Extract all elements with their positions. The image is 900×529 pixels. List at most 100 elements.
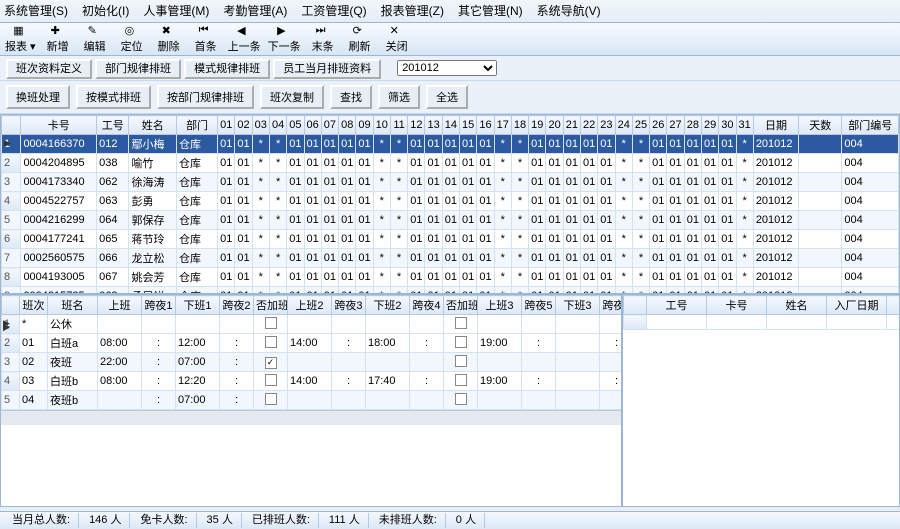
g2-header[interactable]: 跨夜5 [522,296,556,315]
g1-row[interactable]: 80004193005067姚会芳仓库0101**0101010101**010… [2,268,899,287]
tab1-3[interactable]: 员工当月排班资料 [273,59,381,79]
g1-header[interactable]: 姓名 [129,116,177,135]
g1-row[interactable]: 60004177241065蒋节玲仓库0101**0101010101**010… [2,230,899,249]
menu-item-1[interactable]: 初始化(I) [82,2,129,20]
menu-item-5[interactable]: 报表管理(Z) [381,2,444,20]
g1-header[interactable]: 11 [390,116,407,135]
g1-row[interactable]: 20004204895038喻竹仓库0101**0101010101**0101… [2,154,899,173]
g1-header[interactable]: 卡号 [21,116,97,135]
g2-row[interactable]: 1*公休 [2,315,623,334]
checkbox-icon[interactable] [455,317,467,329]
g2-header[interactable]: 跨夜3 [332,296,366,315]
g2-row[interactable]: 302夜班22:00:07:00: [2,353,623,372]
g2-header[interactable]: 跨夜2 [220,296,254,315]
tab2-3[interactable]: 班次复制 [260,85,324,109]
employee-schedule-grid[interactable]: 卡号工号姓名部门01020304050607080910111213141516… [0,114,900,294]
tab1-1[interactable]: 部门规律排班 [95,59,181,79]
g3-row[interactable] [624,315,900,330]
checkbox-icon[interactable] [265,374,277,386]
g2-header[interactable]: 下班1 [176,296,220,315]
g2-row[interactable]: 403白班b08:00:12:20:14:00:17:40:19:00:: [2,372,623,391]
shift-definition-grid[interactable]: 班次班名上班跨夜1下班1跨夜2否加班上班2跨夜3下班2跨夜4否加班上班3跨夜5下… [0,294,622,507]
g3-header[interactable]: 卡号 [707,296,767,315]
g1-header[interactable]: 日期 [753,116,798,135]
g2-header[interactable]: 班次 [20,296,48,315]
g1-header[interactable]: 15 [460,116,477,135]
g2-header[interactable]: 跨夜6 [600,296,623,315]
tab2-2[interactable]: 按部门规律排班 [157,85,254,109]
g2-header[interactable]: 下班3 [556,296,600,315]
g1-header[interactable]: 22 [581,116,598,135]
toolbar-编辑[interactable]: ✎编辑 [77,23,113,55]
menu-item-7[interactable]: 系统导航(V) [537,2,601,20]
g1-header[interactable]: 31 [736,116,753,135]
g1-header[interactable]: 10 [373,116,390,135]
checkbox-icon[interactable] [265,317,277,329]
toolbar-下一条[interactable]: ▶下一条 [265,23,304,55]
g2-header[interactable]: 跨夜1 [142,296,176,315]
menu-item-4[interactable]: 工资管理(Q) [301,2,366,20]
tab2-6[interactable]: 全选 [426,85,468,109]
toolbar-首条[interactable]: ⏮首条 [188,23,224,55]
g1-header[interactable]: 12 [408,116,425,135]
toolbar-删除[interactable]: ✖删除 [151,23,187,55]
g1-header[interactable]: 部门 [177,116,218,135]
g2-header[interactable]: 否加班 [444,296,478,315]
g2-header[interactable]: 下班2 [366,296,410,315]
toolbar-关闭[interactable]: ✕关闭 [379,23,415,55]
g1-row[interactable]: 10004166370012鄢小梅仓库0101**0101010101**010… [2,135,899,154]
toolbar-上一条[interactable]: ◀上一条 [225,23,264,55]
g3-header[interactable]: 部门名 [887,296,900,315]
g1-header[interactable]: 19 [529,116,546,135]
g1-header[interactable]: 02 [235,116,252,135]
checkbox-icon[interactable] [265,393,277,405]
menu-item-0[interactable]: 系统管理(S) [4,2,68,20]
menu-item-2[interactable]: 人事管理(M) [143,2,209,20]
g1-header[interactable]: 04 [269,116,286,135]
toolbar-定位[interactable]: ◎定位 [114,23,150,55]
unassigned-grid[interactable]: 工号卡号姓名入厂日期部门名 [622,294,900,507]
checkbox-icon[interactable] [455,374,467,386]
g2-header[interactable]: 上班3 [478,296,522,315]
g1-header[interactable]: 05 [287,116,304,135]
g1-header[interactable]: 部门编号 [842,116,899,135]
tab2-5[interactable]: 筛选 [378,85,420,109]
g3-header[interactable]: 工号 [647,296,707,315]
tab2-4[interactable]: 查找 [330,85,372,109]
g1-header[interactable]: 30 [719,116,736,135]
g1-header[interactable]: 21 [563,116,580,135]
g2-header[interactable]: 否加班 [254,296,288,315]
menu-item-3[interactable]: 考勤管理(A) [223,2,287,20]
g1-row[interactable]: 40004522757063彭勇仓库0101**0101010101**0101… [2,192,899,211]
g1-header[interactable]: 24 [615,116,632,135]
g2-row[interactable]: 504夜班b:07:00: [2,391,623,410]
g1-header[interactable]: 01 [218,116,235,135]
checkbox-icon[interactable] [455,355,467,367]
g3-header[interactable]: 入厂日期 [827,296,887,315]
menu-item-6[interactable]: 其它管理(N) [458,2,523,20]
tab1-2[interactable]: 模式规律排班 [184,59,270,79]
g1-header[interactable]: 03 [252,116,269,135]
g2-header[interactable]: 班名 [48,296,98,315]
g1-header[interactable]: 08 [339,116,356,135]
toolbar-刷新[interactable]: ⟳刷新 [342,23,378,55]
tab2-1[interactable]: 按模式排班 [76,85,151,109]
g3-header[interactable]: 姓名 [767,296,827,315]
checkbox-icon[interactable] [455,393,467,405]
g1-header[interactable]: 18 [511,116,528,135]
g1-header[interactable]: 09 [356,116,373,135]
g1-header[interactable]: 27 [667,116,684,135]
g1-row[interactable]: 30004173340062徐海涛仓库0101**0101010101**010… [2,173,899,192]
toolbar-末条[interactable]: ⏭末条 [305,23,341,55]
g2-header[interactable]: 上班2 [288,296,332,315]
g1-header[interactable]: 25 [632,116,649,135]
toolbar-报表[interactable]: ▦报表 ▾ [2,23,39,55]
g1-header[interactable]: 16 [477,116,494,135]
g2-row[interactable]: 201白班a08:00:12:00:14:00:18:00:19:00:: [2,334,623,353]
tab2-0[interactable]: 换班处理 [6,85,70,109]
g1-header[interactable]: 14 [442,116,459,135]
g1-header[interactable]: 29 [701,116,718,135]
g1-header[interactable]: 28 [684,116,701,135]
period-select[interactable]: 201012 [397,60,497,76]
tab1-0[interactable]: 班次资料定义 [6,59,92,79]
